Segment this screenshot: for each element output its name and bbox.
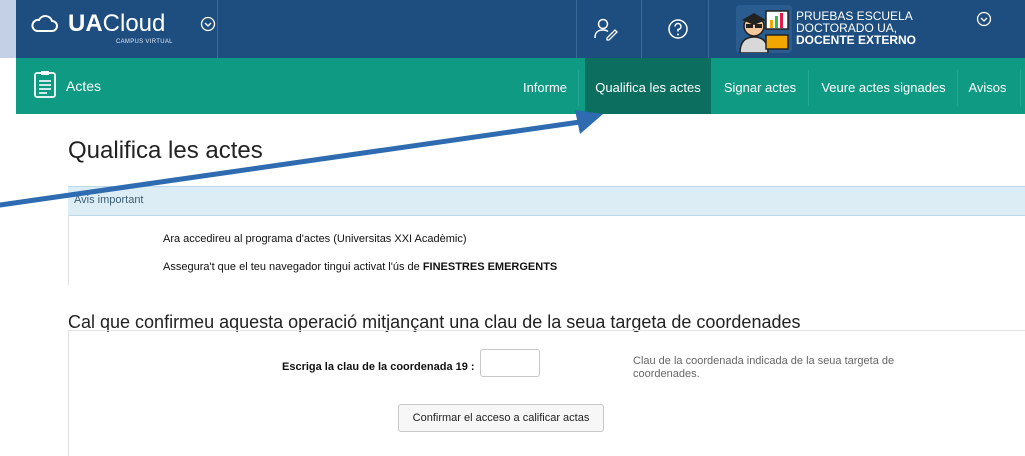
- header-divider: [708, 0, 709, 58]
- nav-item-signar-actes[interactable]: Signar actes: [715, 58, 805, 114]
- page-title: Qualifica les actes: [68, 137, 263, 164]
- coordinate-help-text: Clau de la coordenada indicada de la seu…: [633, 355, 895, 380]
- brand-name: UACloud: [68, 10, 165, 38]
- notice-body: Ara accedireu al programa d'actes (Unive…: [68, 215, 1025, 285]
- coordinate-key-input[interactable]: [480, 349, 540, 377]
- user-name-line: DOCENTE EXTERNO: [796, 33, 917, 47]
- left-edge-strip: [0, 0, 16, 58]
- nav-divider: [808, 70, 809, 106]
- header-divider: [576, 0, 577, 58]
- section-navbar: Actes Informe Qualifica les actes Signar…: [16, 58, 1025, 114]
- nav-item-qualifica-les-actes[interactable]: Qualifica les actes: [585, 58, 711, 114]
- user-edit-icon[interactable]: [592, 16, 618, 42]
- cloud-logo-icon: [31, 15, 58, 32]
- coordinate-label: Escriga la clau de la coordenada 19 :: [282, 361, 475, 373]
- notice-emphasis: FINESTRES EMERGENTS: [422, 261, 558, 273]
- header-divider: [217, 0, 218, 58]
- nav-item-veure-actes-signades[interactable]: Veure actes signades: [813, 58, 954, 114]
- section-title-label: Actes: [66, 78, 102, 94]
- brand-bold: UA: [68, 10, 103, 37]
- confirm-access-button[interactable]: Confirmar el acceso a calificar actas: [398, 404, 604, 432]
- chevron-down-icon[interactable]: [976, 11, 992, 27]
- notice-line: Ara accedireu al programa d'actes (Unive…: [163, 233, 467, 245]
- user-name[interactable]: PRUEBAS ESCUELA DOCTORADO UA, DOCENTE EX…: [796, 10, 966, 46]
- brand-regular: Cloud: [102, 10, 166, 37]
- header-divider: [641, 0, 642, 58]
- coordinate-form: [68, 331, 1025, 456]
- help-icon[interactable]: [665, 16, 691, 42]
- nav-divider: [1020, 70, 1021, 106]
- notice-header: Avis important: [68, 186, 1025, 216]
- top-header: UACloud CAMPUS VIRTUAL PRUEBAS ESCUELA D…: [16, 0, 1025, 58]
- brand-subtitle: CAMPUS VIRTUAL: [116, 39, 173, 45]
- user-avatar-image: [736, 5, 792, 53]
- clipboard-icon: [34, 71, 56, 98]
- notice-line-text: Assegura't que el teu navegador tingui a…: [163, 261, 423, 273]
- notice-header-label: Avis important: [74, 194, 144, 206]
- nav-divider: [578, 70, 579, 106]
- notice-line: Assegura't que el teu navegador tingui a…: [163, 261, 557, 273]
- nav-divider: [957, 70, 958, 106]
- chevron-down-icon[interactable]: [200, 16, 216, 32]
- nav-item-avisos[interactable]: Avisos: [960, 58, 1015, 114]
- user-avatar[interactable]: [736, 5, 792, 53]
- nav-item-informe[interactable]: Informe: [515, 58, 575, 114]
